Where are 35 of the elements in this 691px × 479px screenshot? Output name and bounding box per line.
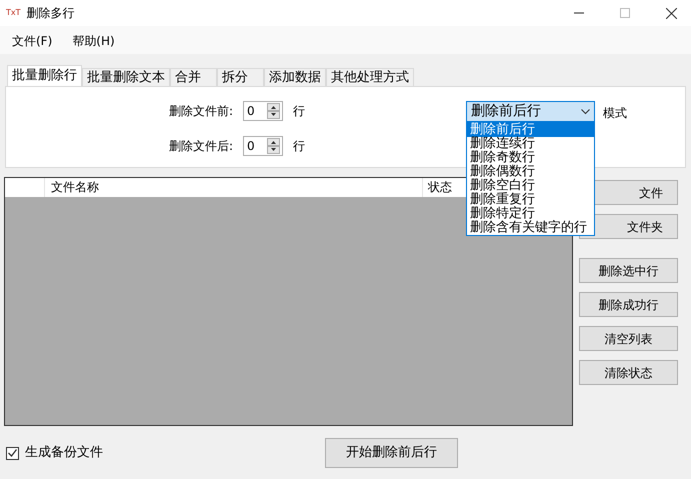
field-label: 删除文件前:	[168, 103, 233, 120]
close-icon[interactable]	[666, 8, 677, 18]
column-header[interactable]: 文件名称	[45, 178, 423, 197]
spinner-arrows-icon[interactable]	[267, 103, 280, 119]
dropdown-option[interactable]: 删除奇数行	[467, 151, 594, 165]
dropdown-option[interactable]: 删除前后行	[467, 123, 594, 137]
unit-label: 行	[293, 138, 305, 155]
dropdown-option[interactable]: 删除偶数行	[467, 165, 594, 179]
menu-item[interactable]: 帮助(H)	[72, 32, 115, 50]
window-title: 删除多行	[26, 5, 75, 22]
checkbox-label: 生成备份文件	[25, 444, 103, 462]
spinner-arrows-icon[interactable]	[267, 138, 280, 154]
tab[interactable]: 批量删除行	[7, 65, 82, 86]
chevron-down-icon	[581, 108, 590, 114]
tab[interactable]: 添加数据	[264, 68, 326, 86]
checkbox[interactable]	[6, 446, 19, 460]
app-logo: TxT	[6, 7, 21, 19]
side-button[interactable]: 删除选中行	[579, 258, 678, 283]
side-button[interactable]: 删除成功行	[579, 292, 678, 317]
number-field[interactable]: 0	[243, 101, 283, 121]
menu-item[interactable]: 文件(F)	[12, 32, 52, 50]
unit-label: 行	[293, 103, 305, 120]
tab[interactable]: 合并	[170, 68, 217, 86]
tab[interactable]: 其他处理方式	[326, 68, 414, 86]
tab[interactable]: 拆分	[217, 68, 264, 86]
field-label: 删除文件后:	[168, 138, 233, 155]
side-button[interactable]: 清空列表	[579, 326, 678, 351]
tab[interactable]: 批量删除文本	[82, 68, 170, 86]
mode-label: 模式	[603, 105, 627, 122]
number-field[interactable]: 0	[243, 136, 283, 156]
dropdown-option[interactable]: 删除连续行	[467, 137, 594, 151]
side-button[interactable]: 清除状态	[579, 360, 678, 385]
start-button[interactable]: 开始删除前后行	[325, 438, 458, 468]
checkmark-icon	[8, 449, 17, 457]
mode-dropdown[interactable]: 删除前后行	[466, 101, 595, 122]
